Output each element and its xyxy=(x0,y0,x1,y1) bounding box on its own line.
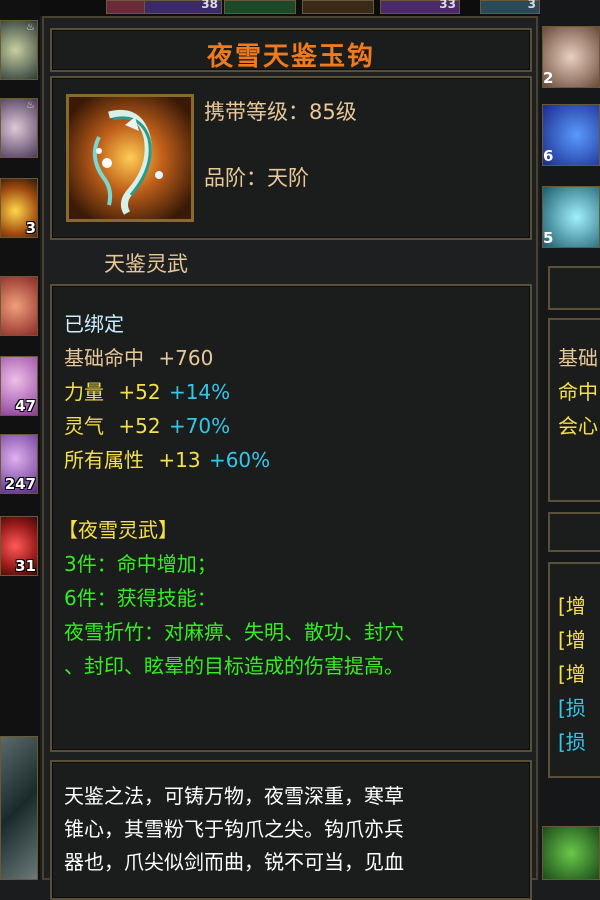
buff-line: [损 xyxy=(558,730,586,754)
stat-value: +13 xyxy=(158,448,201,472)
stat-value: +760 xyxy=(158,346,214,370)
set-bonus-line: 6件：获得技能： xyxy=(64,586,217,610)
set-bonus-line: 3件：命中增加； xyxy=(64,552,217,576)
description-line: 天鉴之法，可铸万物，夜雪深重，寒草 xyxy=(64,784,404,808)
item-count: 38 xyxy=(201,0,218,11)
stat-label: 所有属性 xyxy=(64,448,144,472)
title-bar: 夜雪天鉴玉钩 xyxy=(50,28,532,72)
stat-label: 基础命中 xyxy=(64,346,144,370)
inventory-slot[interactable]: 38 xyxy=(144,0,222,14)
bound-status: 已绑定 xyxy=(64,312,124,336)
item-count: 3 xyxy=(527,0,536,11)
inventory-slot[interactable]: 31 xyxy=(0,516,38,576)
item-tooltip: 夜雪天鉴玉钩 携带等级：85级 品阶：天阶 天鉴灵武 已绑定 基础命中 +760… xyxy=(42,16,538,900)
inventory-slot[interactable] xyxy=(0,276,38,336)
stat-base-hit: 基础命中 +760 xyxy=(64,342,213,371)
item-count: 6 xyxy=(543,147,554,165)
compare-stat-label: 基础 xyxy=(558,346,598,370)
item-count: 3 xyxy=(25,219,36,237)
description-line: 器也，爪尖似剑而曲，锐不可当，见血 xyxy=(64,850,404,874)
item-count: 33 xyxy=(439,0,456,11)
item-count: 47 xyxy=(15,397,36,415)
hook-weapon-icon xyxy=(69,97,191,219)
inventory-slot[interactable]: 47 xyxy=(0,356,38,416)
stat-strength: 力量 +52 +14% xyxy=(64,376,230,405)
right-panel: 2 6 5 基础 命中 会心 [增 [增 [增 [损 [损 xyxy=(540,0,600,880)
compare-subtitle-panel xyxy=(548,512,600,552)
stat-label: 力量 xyxy=(64,380,104,404)
top-inventory-strip: 38 33 3 xyxy=(40,0,540,16)
compare-stat-label: 会心 xyxy=(558,414,598,438)
stat-percent: +14% xyxy=(168,380,231,404)
left-inventory-column: ♨ ♨ 3 47 247 31 xyxy=(0,0,40,880)
inventory-slot[interactable] xyxy=(224,0,296,14)
buff-line: [损 xyxy=(558,696,586,720)
inventory-slot[interactable]: 2 xyxy=(542,26,600,88)
item-count: 2 xyxy=(543,69,554,87)
inventory-slot[interactable]: ♨ xyxy=(0,98,38,158)
stat-spirit: 灵气 +52 +70% xyxy=(64,410,230,439)
inventory-slot[interactable]: 3 xyxy=(0,178,38,238)
inventory-slot[interactable] xyxy=(0,736,38,880)
item-description: 天鉴之法，可铸万物，夜雪深重，寒草 锥心，其雪粉飞于钩爪之尖。钩爪亦兵 器也，爪… xyxy=(64,780,526,879)
description-panel: 天鉴之法，可铸万物，夜雪深重，寒草 锥心，其雪粉飞于钩爪之尖。钩爪亦兵 器也，爪… xyxy=(50,760,532,900)
buff-line: [增 xyxy=(558,662,586,686)
compare-buff-panel: [增 [增 [增 [损 [损 xyxy=(548,562,600,778)
item-count: 31 xyxy=(15,557,36,575)
compare-title-panel xyxy=(548,266,600,310)
item-icon xyxy=(66,94,194,222)
inventory-slot[interactable]: 33 xyxy=(380,0,460,14)
stat-label: 灵气 xyxy=(64,414,104,438)
inventory-slot[interactable] xyxy=(302,0,374,14)
stat-percent: +70% xyxy=(168,414,231,438)
inventory-slot[interactable]: 247 xyxy=(0,434,38,494)
description-line: 锥心，其雪粉飞于钩爪之尖。钩爪亦兵 xyxy=(64,817,404,841)
inventory-slot[interactable]: ♨ xyxy=(0,20,38,80)
compare-stat-label: 命中 xyxy=(558,380,598,404)
item-count: 5 xyxy=(543,229,554,247)
carry-level: 携带等级：85级 xyxy=(204,100,357,124)
item-rank: 品阶：天阶 xyxy=(204,166,309,190)
inventory-slot[interactable]: 5 xyxy=(542,186,600,248)
set-bonus-line: 、封印、眩晕的目标造成的伤害提高。 xyxy=(64,654,404,678)
buff-line: [增 xyxy=(558,628,586,652)
compare-stats-panel: 基础 命中 会心 xyxy=(548,318,600,502)
buff-line: [增 xyxy=(558,594,586,618)
item-count: 247 xyxy=(4,475,36,493)
inventory-slot[interactable]: 6 xyxy=(542,104,600,166)
stat-value: +52 xyxy=(118,414,161,438)
item-category: 天鉴灵武 xyxy=(104,252,188,276)
inventory-slot[interactable]: 3 xyxy=(480,0,540,14)
stat-value: +52 xyxy=(118,380,161,404)
item-name: 夜雪天鉴玉钩 xyxy=(206,42,375,72)
set-bonus-line: 夜雪折竹：对麻痹、失明、散功、封穴 xyxy=(64,620,404,644)
seal-icon: ♨ xyxy=(26,100,35,111)
inventory-slot[interactable] xyxy=(542,826,600,880)
stats-panel: 已绑定 基础命中 +760 力量 +52 +14% 灵气 +52 +70% 所有… xyxy=(50,284,532,752)
item-summary: 携带等级：85级 品阶：天阶 xyxy=(50,76,532,240)
set-name: 【夜雪灵武】 xyxy=(58,518,178,542)
stat-percent: +60% xyxy=(208,448,271,472)
stat-all-attributes: 所有属性 +13 +60% xyxy=(64,444,270,473)
seal-icon: ♨ xyxy=(26,22,35,33)
